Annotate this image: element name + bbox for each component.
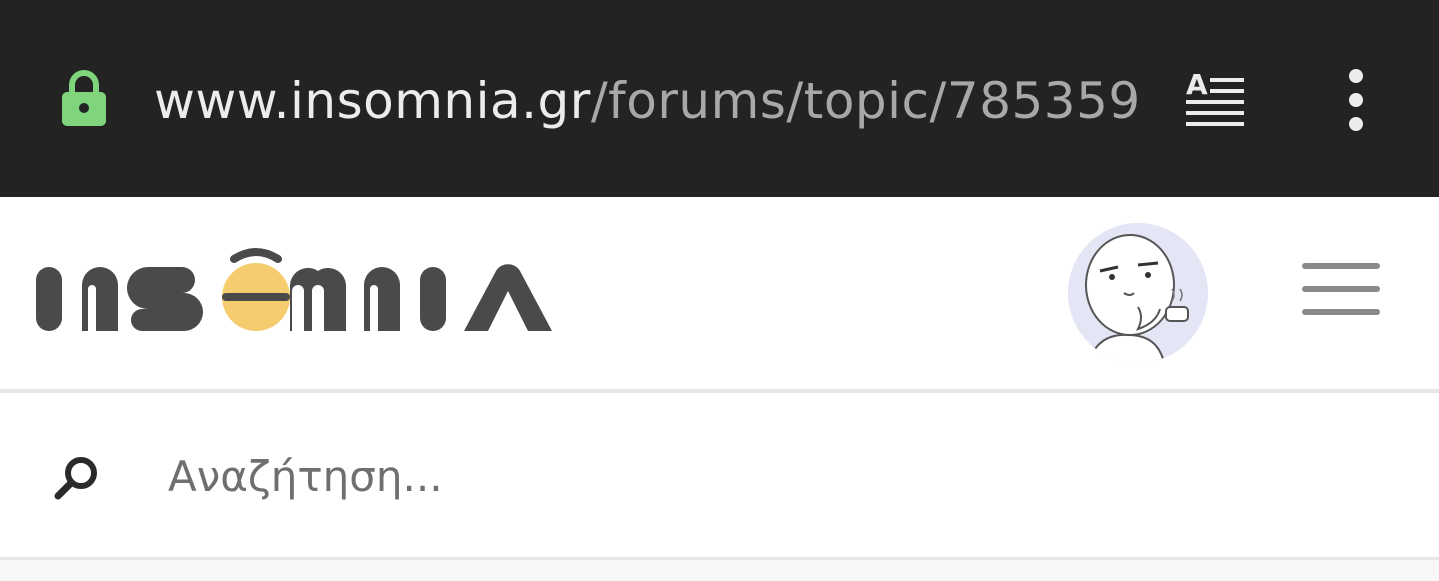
url-path: /forums/topic/785359 (590, 72, 1141, 130)
search-input[interactable] (160, 441, 1376, 511)
url-domain: www.insomnia.gr (154, 72, 591, 130)
search-bar (0, 393, 1439, 557)
avatar[interactable] (1068, 223, 1208, 363)
url-field[interactable]: www.insomnia.gr/forums/topic/785359 (154, 66, 1146, 136)
search-icon[interactable] (52, 453, 102, 503)
insomnia-logo[interactable] (30, 245, 592, 339)
browser-address-bar: www.insomnia.gr/forums/topic/785359 A (0, 0, 1439, 197)
site-header (0, 197, 1439, 389)
page-content-area (0, 560, 1439, 581)
avatar-face-icon (1068, 223, 1208, 363)
lock-icon[interactable] (60, 68, 108, 128)
hamburger-menu-icon[interactable] (1300, 259, 1382, 321)
svg-text:A: A (1186, 68, 1208, 101)
more-vert-icon[interactable] (1336, 68, 1376, 132)
reader-mode-icon[interactable]: A (1182, 68, 1248, 128)
